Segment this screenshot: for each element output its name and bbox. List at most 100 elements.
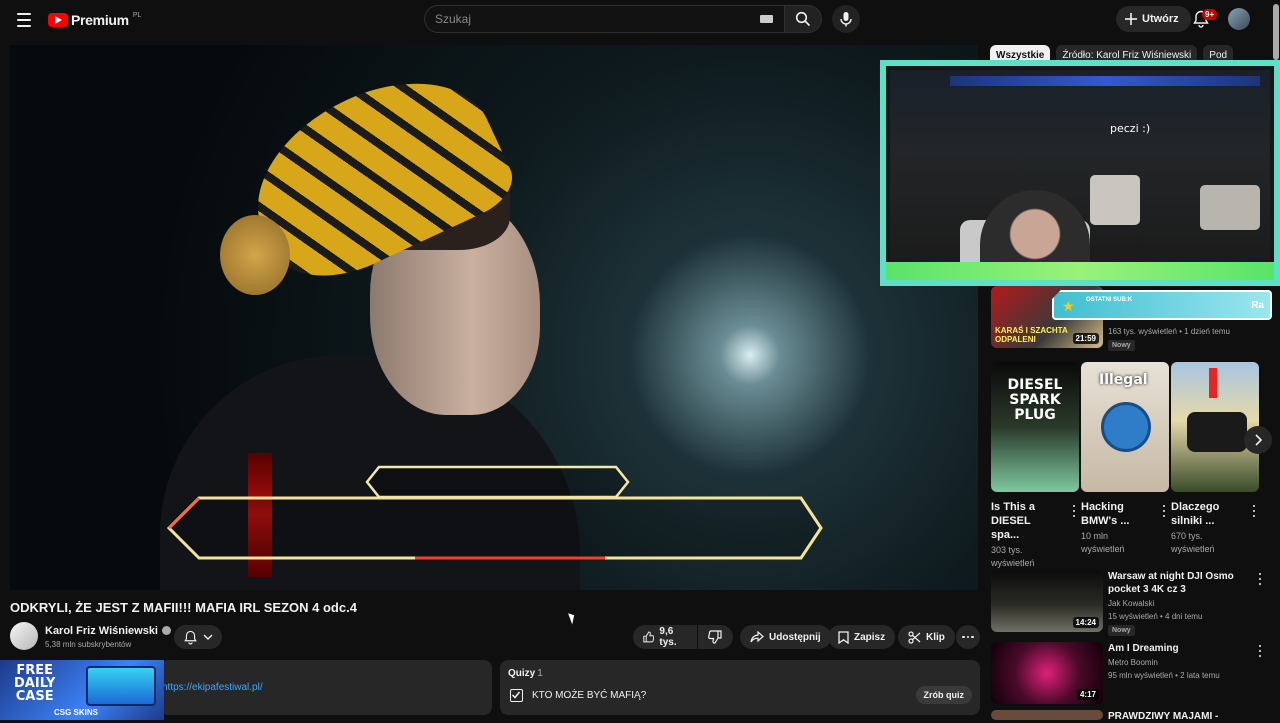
star-icon: ★ — [1062, 298, 1075, 314]
webcam-grass-border — [886, 262, 1274, 280]
share-button[interactable]: Udostępnij — [740, 625, 831, 649]
search-box — [424, 5, 786, 33]
voice-search-button[interactable] — [832, 5, 860, 33]
recommendation-item[interactable]: 4:17 Am I Dreaming Metro Boomin 95 mln w… — [991, 642, 1271, 704]
like-count: 9,6 tys. — [659, 626, 677, 648]
thumbnail-text: DIESEL SPARK PLUG — [1007, 377, 1063, 423]
country-code: PL — [132, 11, 142, 19]
short-item[interactable]: Dlaczego silniki ... 670 tys. wyświetleń — [1171, 362, 1259, 556]
more-options-icon[interactable] — [1249, 504, 1259, 518]
youtube-premium-logo[interactable]: Premium PL — [48, 10, 141, 30]
more-options-icon[interactable] — [1255, 644, 1265, 658]
channel-name[interactable]: Jak Kowalski — [1108, 598, 1154, 610]
video-player[interactable] — [10, 45, 978, 590]
brand-label: Premium — [71, 12, 129, 28]
more-options-icon[interactable] — [1255, 572, 1265, 586]
video-title: ODKRYLI, ŻE JEST Z MAFII!!! MAFIA IRL SE… — [10, 600, 357, 615]
clip-label: Klip — [926, 631, 945, 643]
checkbox-icon — [510, 689, 523, 702]
shorts-next-button[interactable] — [1244, 426, 1272, 454]
webcam-led-light — [950, 76, 1260, 86]
search-button[interactable] — [784, 5, 822, 33]
ad-headline: FREE DAILY CASE — [14, 664, 55, 703]
webcam-caption: peczi :) — [1110, 122, 1151, 135]
recommendation-item[interactable]: 14:24 Warsaw at night DJI Osmo pocket 3 … — [991, 570, 1271, 636]
clip-button[interactable]: Klip — [898, 625, 955, 649]
video-graphic-frame-small — [365, 465, 630, 499]
bookmark-icon — [838, 630, 849, 644]
more-options-icon[interactable] — [1159, 504, 1169, 518]
description-link[interactable]: https://ekipafestiwal.pl/ — [162, 682, 263, 693]
thumbnail-text: KARAŚ I SZACHTA ODPALENI — [995, 326, 1068, 344]
subscription-bell-button[interactable] — [174, 625, 222, 649]
bolt-graphic — [1101, 402, 1151, 452]
share-label: Udostępnij — [769, 631, 821, 643]
stream-webcam-overlay: peczi :) — [880, 60, 1280, 286]
short-title[interactable]: Dlaczego silniki ... — [1171, 500, 1241, 528]
car-graphic — [1187, 412, 1247, 452]
short-views: 10 mln wyświetleń — [1081, 531, 1125, 554]
save-button[interactable]: Zapisz — [828, 625, 896, 649]
short-thumbnail[interactable]: Illegal — [1081, 362, 1169, 492]
new-badge: Nowy — [1108, 625, 1135, 636]
notification-count-badge: 9+ — [1202, 9, 1218, 20]
duration-badge: 14:24 — [1072, 617, 1099, 628]
quiz-panel: Quizy 1 KTO MOŻE BYĆ MAFIĄ? Zrób quiz — [500, 660, 980, 715]
short-views: 303 tys. wyświetleń — [991, 545, 1035, 568]
page-scrollbar[interactable] — [1273, 4, 1279, 60]
save-label: Zapisz — [854, 631, 886, 643]
youtube-play-icon — [48, 13, 68, 27]
take-quiz-button[interactable]: Zrób quiz — [915, 686, 972, 704]
short-title[interactable]: Is This a DIESEL spa... — [991, 500, 1061, 542]
create-label: Utwórz — [1142, 13, 1179, 25]
video-thumbnail[interactable]: 4:17 — [991, 642, 1103, 704]
subscriber-count: 5,38 mln subskrybentów — [45, 640, 132, 649]
channel-avatar[interactable] — [10, 622, 38, 650]
short-thumbnail[interactable] — [1171, 362, 1259, 492]
short-item[interactable]: DIESEL SPARK PLUG Is This a DIESEL spa..… — [991, 362, 1079, 570]
video-title[interactable]: PRAWDZIWY MAJAMI - — [1108, 710, 1248, 723]
duration-badge: 21:59 — [1072, 333, 1099, 344]
like-button[interactable]: 9,6 tys. — [633, 625, 697, 649]
video-thumbnail[interactable]: 14:24 — [991, 570, 1103, 632]
thumbs-up-icon — [643, 631, 655, 643]
bell-icon — [183, 630, 197, 644]
duration-badge: 4:17 — [1076, 689, 1099, 700]
new-badge: Nowy — [1108, 340, 1135, 351]
description-box[interactable]: https://ekipafestiwal.pl/ — [160, 660, 492, 715]
share-icon — [750, 631, 764, 643]
recommendation-item[interactable]: PRAWDZIWY MAJAMI - — [991, 710, 1271, 723]
channel-name[interactable]: Metro Boomin — [1108, 657, 1158, 669]
create-button[interactable]: Utwórz — [1116, 6, 1191, 32]
channel-name[interactable]: Karol Friz Wiśniewski — [45, 625, 171, 637]
short-title[interactable]: Hacking BMW's ... — [1081, 500, 1151, 528]
video-graphic-frame-large — [166, 496, 823, 560]
thumbs-down-icon — [708, 630, 722, 644]
video-meta: 163 tys. wyświetleń • 1 dzień temu — [1108, 327, 1230, 336]
ad-banner[interactable]: FREE DAILY CASE CSG SKINS — [0, 660, 164, 720]
dislike-button[interactable] — [698, 625, 733, 649]
search-icon — [795, 11, 811, 27]
quiz-count: 1 — [537, 668, 543, 679]
video-thumbnail[interactable] — [991, 710, 1103, 720]
account-avatar[interactable] — [1228, 8, 1250, 30]
chevron-down-icon — [203, 634, 212, 640]
short-item[interactable]: Illegal Hacking BMW's ... 10 mln wyświet… — [1081, 362, 1169, 556]
mouse-cursor — [568, 611, 577, 625]
more-actions-button[interactable] — [956, 625, 980, 649]
ad-chest-graphic — [86, 666, 156, 706]
microphone-icon — [840, 12, 852, 27]
video-title[interactable]: Am I Dreaming — [1108, 642, 1248, 655]
quiz-header-label: Quizy — [508, 668, 536, 679]
search-input[interactable] — [425, 6, 725, 32]
more-options-icon[interactable] — [1069, 504, 1079, 518]
keyboard-icon[interactable] — [760, 15, 773, 23]
menu-button[interactable] — [12, 8, 36, 32]
last-sub-name: Ra — [1251, 300, 1264, 311]
short-thumbnail[interactable]: DIESEL SPARK PLUG — [991, 362, 1079, 492]
webcam-armchair — [1090, 175, 1140, 225]
channel-name-text: Karol Friz Wiśniewski — [45, 625, 158, 637]
scissors-icon — [908, 630, 921, 644]
video-title[interactable]: Warsaw at night DJI Osmo pocket 3 4K cz … — [1108, 570, 1248, 596]
ad-brand: CSG SKINS — [54, 708, 99, 717]
